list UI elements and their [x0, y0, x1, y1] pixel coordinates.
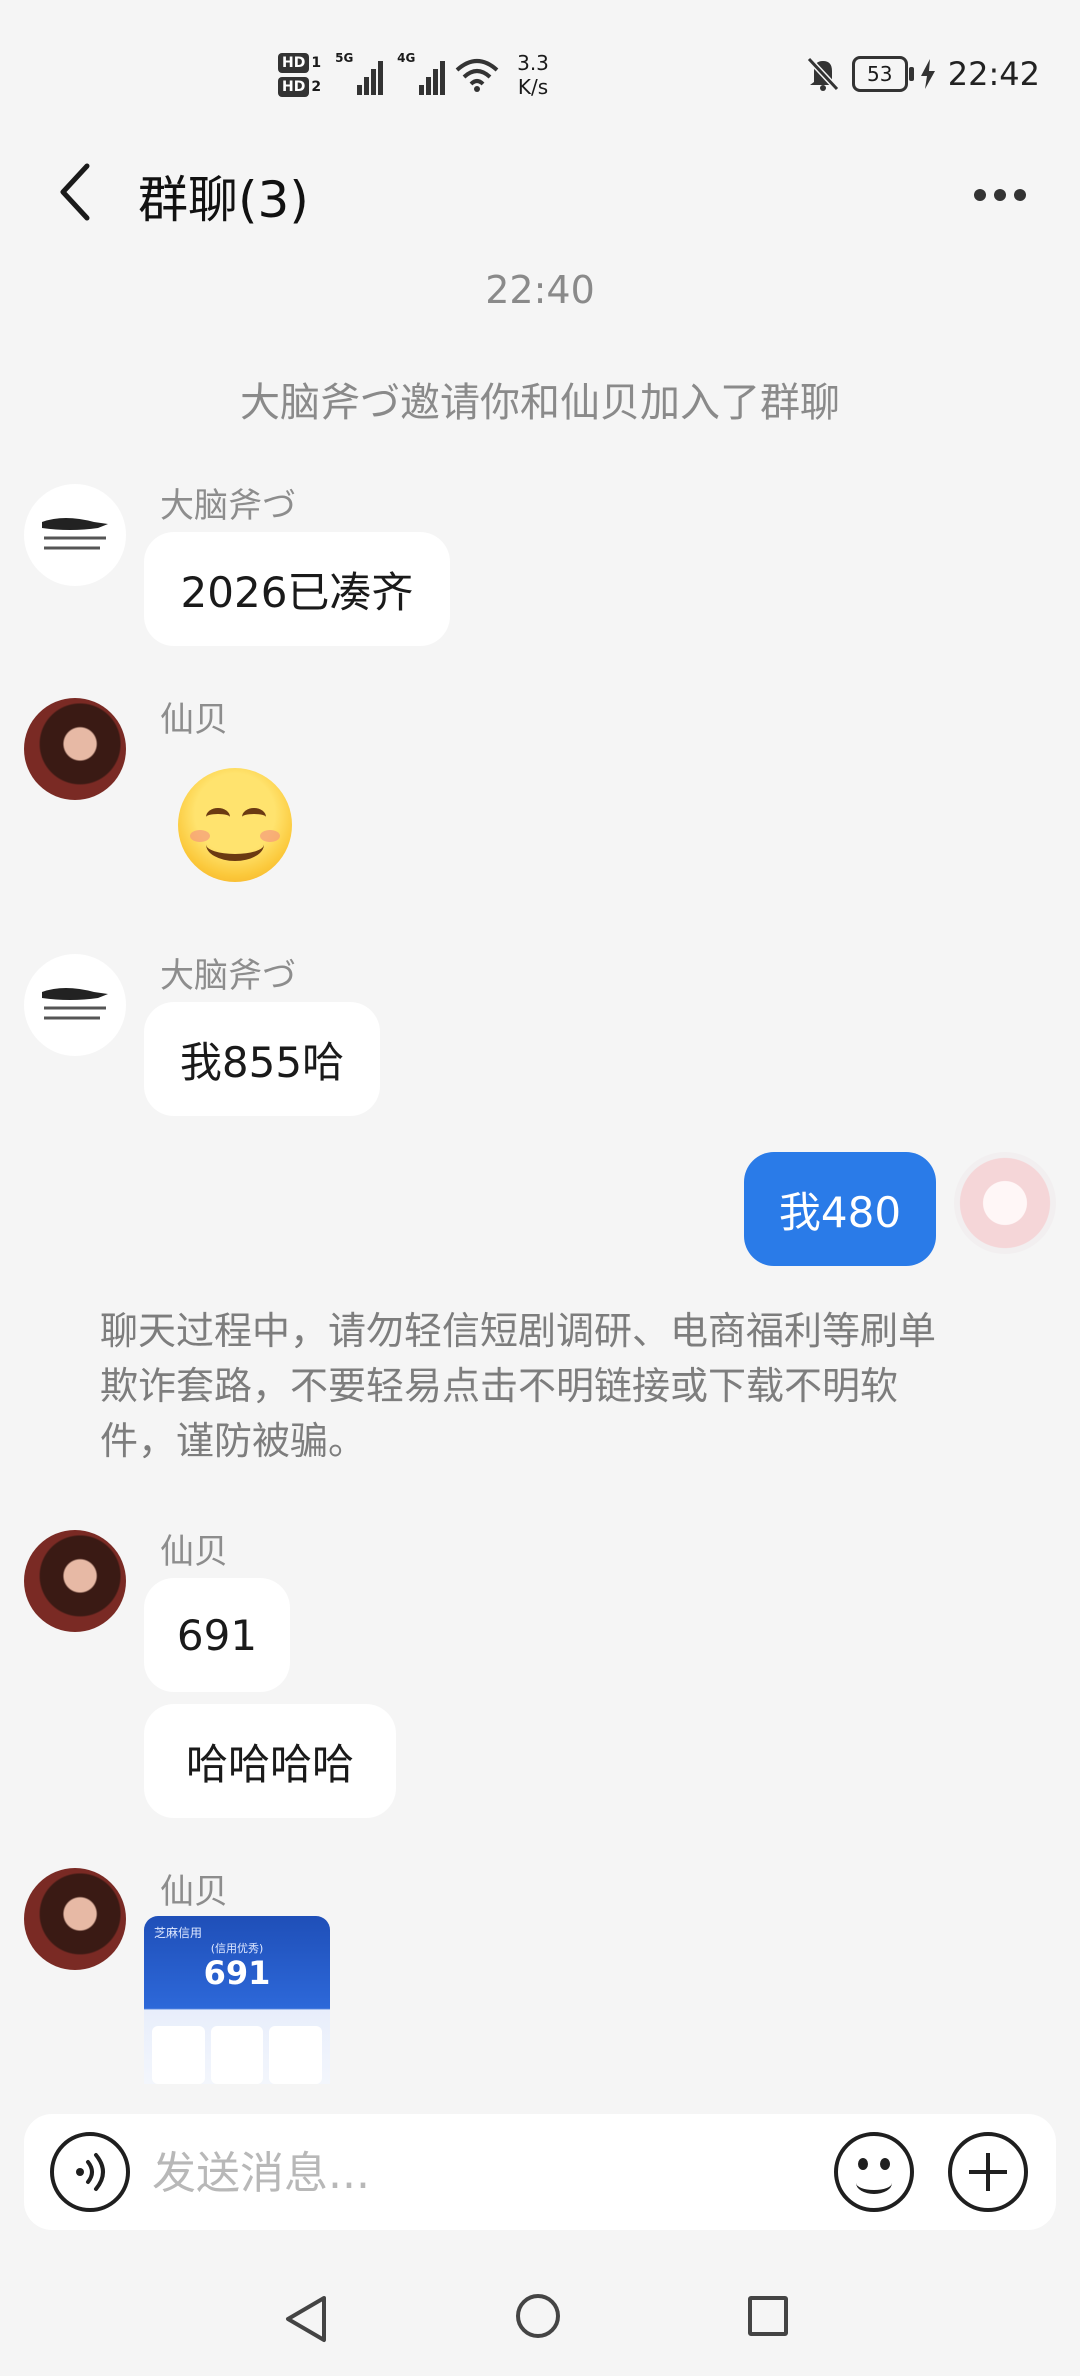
net1-label: 5G	[335, 51, 354, 65]
system-message: 大脑斧づ邀请你和仙贝加入了群聊	[240, 380, 840, 426]
system-navigation-bar	[0, 2260, 1080, 2376]
avatar-sketch-icon	[42, 518, 108, 550]
sender-name: 大脑斧づ	[160, 956, 296, 996]
message-bubble[interactable]: 691	[144, 1578, 290, 1692]
network-speed: 3.3 K/s	[517, 51, 549, 99]
image-tile	[210, 2026, 264, 2084]
my-avatar[interactable]	[954, 1152, 1056, 1254]
hd1-indicator: HD 1	[278, 53, 321, 73]
image-app-title: 芝麻信用	[154, 1926, 203, 1940]
hd2-number: 2	[311, 79, 322, 95]
emoji-eye	[206, 808, 230, 826]
chat-timestamp: 22:40	[485, 268, 595, 312]
hd2-label: HD	[278, 77, 310, 97]
my-message-bubble[interactable]: 我480	[744, 1152, 936, 1266]
image-tile	[152, 2026, 205, 2084]
status-right: 53 22:42	[806, 44, 1040, 104]
sender-name: 仙贝	[160, 1872, 228, 1912]
sender-name: 仙贝	[160, 1532, 228, 1572]
status-time: 22:42	[947, 55, 1040, 93]
add-button[interactable]	[948, 2132, 1028, 2212]
message-bubble[interactable]: 2026已凑齐	[144, 532, 450, 646]
speed-unit: K/s	[517, 75, 549, 99]
more-button[interactable]	[960, 170, 1040, 220]
more-icon-dot	[994, 189, 1006, 201]
bell-muted-icon	[806, 56, 839, 92]
avatar[interactable]	[24, 1530, 126, 1632]
status-left: HD 1 HD 2 5G 4G 3.3 K/s	[278, 40, 549, 110]
net2-label: 4G	[397, 51, 416, 65]
status-bar: HD 1 HD 2 5G 4G 3.3 K/s 53 22:42	[0, 0, 1080, 140]
nav-recent-apps-icon[interactable]	[748, 2296, 788, 2336]
emoji-icon-mouth	[856, 2172, 892, 2194]
nav-home-icon[interactable]	[516, 2294, 560, 2338]
hd-indicators: HD 1 HD 2	[278, 53, 321, 97]
battery-indicator: 53	[851, 56, 914, 92]
image-score: 691	[203, 1954, 271, 1992]
avatar[interactable]	[24, 1868, 126, 1970]
more-icon-dot	[1014, 189, 1026, 201]
charging-icon	[920, 59, 935, 89]
emoji-mouth	[206, 828, 264, 861]
emoji-icon-eye	[858, 2158, 868, 2170]
sender-name: 仙贝	[160, 700, 228, 740]
chevron-left-icon	[60, 163, 90, 221]
emoji-button[interactable]	[834, 2132, 914, 2212]
emoji-eye	[242, 808, 266, 826]
hd2-indicator: HD 2	[278, 77, 321, 97]
sender-name: 大脑斧づ	[160, 486, 296, 526]
image-message[interactable]: 芝麻信用 (信用优秀) 691	[144, 1916, 330, 2084]
signal-icon: 4G	[397, 51, 446, 95]
hd1-number: 1	[311, 55, 322, 71]
message-bubble[interactable]: 我855哈	[144, 1002, 380, 1116]
image-tiles	[152, 2026, 323, 2084]
message-bubble[interactable]: 哈哈哈哈	[144, 1704, 396, 1818]
security-warning: 聊天过程中，请勿轻信短剧调研、电商福利等刷单欺诈套路，不要轻易点击不明链接或下载…	[100, 1309, 937, 1463]
signal-icon: 5G	[335, 51, 384, 95]
emoji-icon-eye	[880, 2158, 890, 2170]
voice-icon	[76, 2153, 105, 2191]
message-input[interactable]	[150, 2142, 834, 2204]
image-tile	[269, 2026, 323, 2084]
avatar[interactable]	[24, 484, 126, 586]
message-input-bar	[24, 2114, 1056, 2230]
hd1-label: HD	[278, 53, 310, 73]
avatar[interactable]	[24, 954, 126, 1056]
voice-button[interactable]	[50, 2132, 130, 2212]
avatar[interactable]	[24, 698, 126, 800]
wifi-icon	[455, 59, 499, 92]
chat-header: 群聊(3)	[0, 140, 1080, 250]
nav-back-icon[interactable]	[282, 2294, 330, 2344]
more-icon	[974, 189, 986, 201]
avatar-sketch-icon	[42, 988, 108, 1020]
speed-value: 3.3	[517, 51, 549, 75]
back-button[interactable]	[40, 152, 110, 232]
smiling-face-emoji-icon[interactable]	[178, 768, 292, 882]
page-title: 群聊(3)	[138, 171, 309, 229]
